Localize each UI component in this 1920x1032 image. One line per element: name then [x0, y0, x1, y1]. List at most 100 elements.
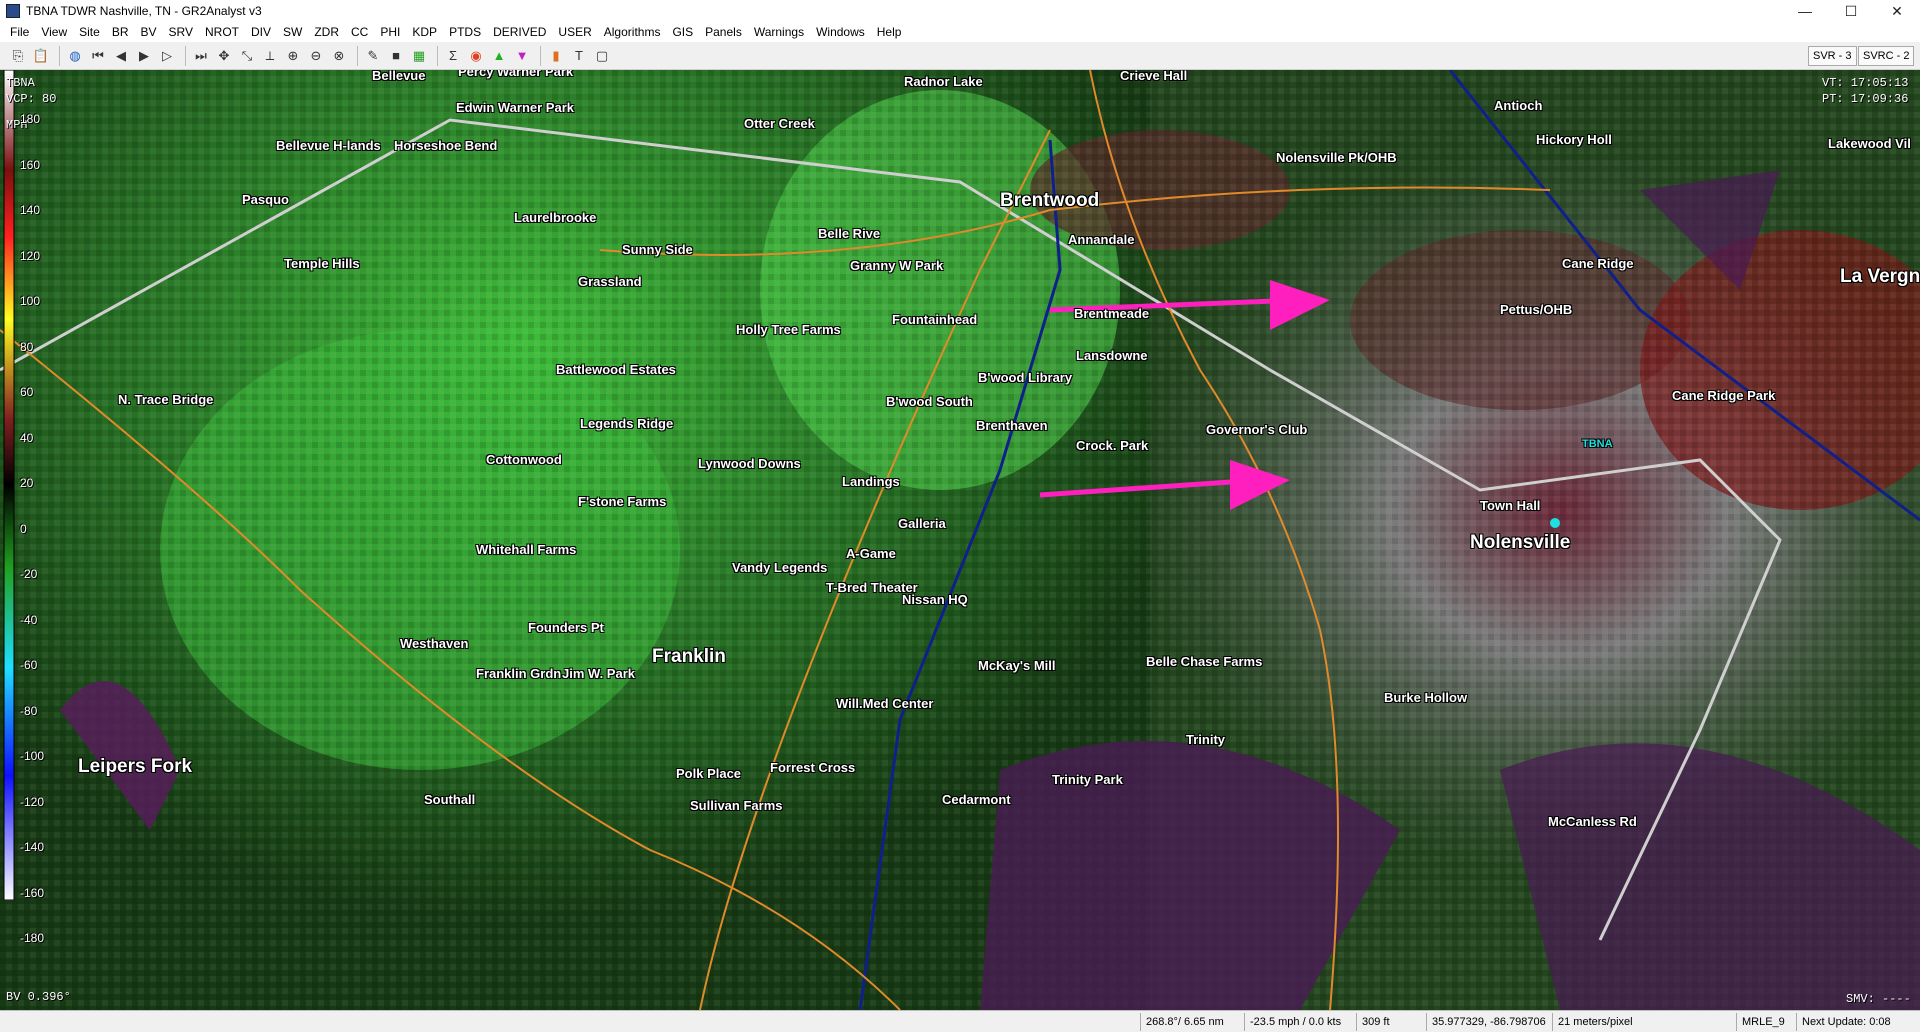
menu-view[interactable]: View: [35, 22, 73, 42]
velocity-colorbar: [3, 70, 15, 900]
first-frame-icon[interactable]: ⏮: [88, 46, 108, 66]
menu-panels[interactable]: Panels: [699, 22, 748, 42]
place-label: Cottonwood: [486, 452, 562, 467]
place-label: Hickory Holl: [1536, 132, 1612, 147]
place-label: Galleria: [898, 516, 946, 531]
place-label: Radnor Lake: [904, 74, 983, 89]
place-label: N. Trace Bridge: [118, 392, 214, 407]
cross-section-icon[interactable]: ⟂: [260, 46, 280, 66]
colorbar-tick-label: 160: [20, 157, 41, 172]
reset-zoom-icon[interactable]: ⊗: [329, 46, 349, 66]
place-label: Antioch: [1494, 98, 1543, 113]
next-frame-icon[interactable]: ▷: [157, 46, 177, 66]
place-label: Granny W Park: [850, 258, 944, 273]
window-title: TBNA TDWR Nashville, TN - GR2Analyst v3: [26, 4, 262, 18]
frame-icon[interactable]: ▢: [592, 46, 612, 66]
play-icon[interactable]: ▶: [134, 46, 154, 66]
copy-icon[interactable]: ⎘: [8, 46, 28, 66]
measure-icon[interactable]: ⤡: [237, 46, 257, 66]
zoom-out-icon[interactable]: ⊖: [306, 46, 326, 66]
menu-zdr[interactable]: ZDR: [308, 22, 345, 42]
colorbar-tick-label: 60: [20, 385, 34, 399]
place-label: Laurelbrooke: [514, 210, 597, 225]
place-label: Battlewood Estates: [556, 362, 676, 377]
place-label: Forrest Cross: [770, 760, 856, 775]
pan-icon[interactable]: ✥: [214, 46, 234, 66]
layer-icon[interactable]: ▮: [546, 46, 566, 66]
place-label: Bellevue H-lands: [276, 138, 381, 153]
place-label: Franklin: [652, 646, 726, 667]
colorbar-tick-label: 180: [20, 112, 41, 126]
status-next-update: Next Update: 0:08: [1796, 1013, 1920, 1031]
place-label: Grassland: [578, 274, 642, 289]
radar-map[interactable]: TBNA VCP: 80 MPH VT: 17:05:13 PT: 17:09:…: [0, 70, 1920, 1010]
place-label: Nissan HQ: [902, 592, 968, 607]
close-button[interactable]: ✕: [1874, 0, 1920, 22]
svr-button[interactable]: SVR - 3: [1808, 46, 1857, 66]
toolbar-separator: [357, 45, 358, 66]
menu-derived[interactable]: DERIVED: [487, 22, 552, 42]
menu-gis[interactable]: GIS: [666, 22, 699, 42]
stop-icon[interactable]: ■: [386, 46, 406, 66]
place-label: Crieve Hall: [1120, 70, 1188, 83]
menu-bv[interactable]: BV: [135, 22, 163, 42]
place-label: Burke Hollow: [1384, 690, 1468, 705]
zoom-in-icon[interactable]: ⊕: [283, 46, 303, 66]
smv-label: SMV: ----: [1846, 992, 1911, 1006]
menu-help[interactable]: Help: [871, 22, 908, 42]
menu-srv[interactable]: SRV: [163, 22, 199, 42]
place-label: Lansdowne: [1076, 348, 1148, 363]
menu-cc[interactable]: CC: [345, 22, 374, 42]
place-label: Will.Med Center: [836, 696, 934, 711]
last-frame-icon[interactable]: ⏭: [191, 46, 211, 66]
prev-frame-icon[interactable]: ◀: [111, 46, 131, 66]
picker-icon[interactable]: ✎: [363, 46, 383, 66]
place-label: Belle Rive: [818, 226, 881, 241]
sigma-icon[interactable]: Σ: [443, 46, 463, 66]
status-velocity: -23.5 mph / 0.0 kts: [1244, 1013, 1356, 1031]
place-label: McCanless Rd: [1548, 814, 1637, 829]
place-label: Annandale: [1068, 232, 1135, 247]
menu-ptds[interactable]: PTDS: [443, 22, 487, 42]
paste-icon[interactable]: 📋: [31, 46, 51, 66]
colorbar-tick-label: 140: [20, 203, 41, 217]
place-label: Franklin Grdn: [476, 666, 562, 681]
maximize-button[interactable]: ☐: [1828, 0, 1874, 22]
globe-icon[interactable]: ◍: [65, 46, 85, 66]
grid-icon[interactable]: ▦: [409, 46, 429, 66]
menu-br[interactable]: BR: [106, 22, 135, 42]
menu-nrot[interactable]: NROT: [199, 22, 245, 42]
vcp-label: VCP: 80: [6, 92, 57, 106]
colorbar-tick-label: -100: [20, 749, 45, 763]
place-label: Sullivan Farms: [690, 798, 783, 813]
menu-site[interactable]: Site: [73, 22, 106, 42]
place-label: Trinity: [1186, 732, 1226, 747]
colorbar-tick-label: -20: [20, 567, 38, 581]
place-label: Town Hall: [1480, 498, 1541, 513]
menu-div[interactable]: DIV: [245, 22, 277, 42]
toolbar-separator: [540, 45, 541, 66]
place-label: Legends Ridge: [580, 416, 674, 431]
place-label: Horseshoe Bend: [394, 138, 498, 153]
menu-algorithms[interactable]: Algorithms: [598, 22, 667, 42]
menu-warnings[interactable]: Warnings: [748, 22, 810, 42]
menu-kdp[interactable]: KDP: [406, 22, 443, 42]
minimize-button[interactable]: —: [1782, 0, 1828, 22]
menu-windows[interactable]: Windows: [810, 22, 871, 42]
menu-file[interactable]: File: [4, 22, 35, 42]
menu-user[interactable]: USER: [552, 22, 597, 42]
triangle-up-icon[interactable]: ▲: [489, 46, 509, 66]
triangle-down-icon[interactable]: ▼: [512, 46, 532, 66]
place-label: Otter Creek: [744, 116, 815, 131]
menu-sw[interactable]: SW: [277, 22, 308, 42]
menu-phi[interactable]: PHI: [374, 22, 406, 42]
status-latlon: 35.977329, -86.798706: [1426, 1013, 1552, 1031]
place-label: Whitehall Farms: [476, 542, 577, 557]
place-label: Cedarmont: [942, 792, 1011, 807]
toolbar-separator: [185, 45, 186, 66]
text-icon[interactable]: T: [569, 46, 589, 66]
radar-icon[interactable]: ◉: [466, 46, 486, 66]
colorbar-tick-label: 20: [20, 476, 34, 490]
place-label: Nolensville: [1470, 532, 1571, 553]
svrc-button[interactable]: SVRC - 2: [1858, 46, 1915, 66]
